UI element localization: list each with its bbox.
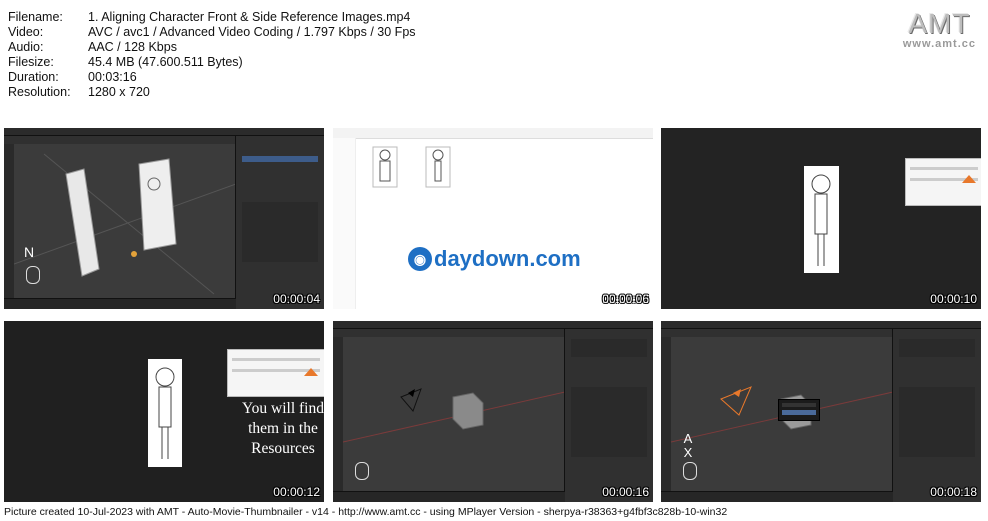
explorer-sidebar [333,138,356,309]
daydown-watermark: ◉ daydown.com [408,246,581,272]
info-key: Duration: [8,70,59,84]
info-value: 1. Aligning Character Front & Side Refer… [88,10,411,24]
info-row: Duration: 00:03:16 [8,70,416,85]
character-sketch [811,174,831,266]
scene [342,388,566,443]
dialog-box [227,349,324,397]
viewport [342,337,566,492]
blender-toolbar [661,337,671,492]
key-overlay: N [24,244,35,260]
mouse-icon [355,462,369,480]
info-value: 00:03:16 [88,70,137,84]
thumbnail-4[interactable]: You will find them in the Resources 00:0… [4,321,324,502]
mouse-icon [683,462,697,480]
blender-menubar [661,321,981,329]
thumbnail-2[interactable]: ◉ daydown.com 00:00:06 [333,128,653,309]
dialog-box [905,158,981,206]
blender-menubar [4,128,324,136]
blender-toolbar [333,337,343,492]
explorer-titlebar [333,128,653,139]
amt-logo: AMT www.amt.cc [903,8,976,50]
properties-panel [235,136,324,309]
arrow-up-icon [962,175,976,183]
info-value: AVC / avc1 / Advanced Video Coding / 1.7… [88,25,416,39]
info-key: Audio: [8,40,44,54]
info-row: Filename: 1. Aligning Character Front & S… [8,10,416,25]
properties-panel [892,329,981,502]
info-value: AAC / 128 Kbps [88,40,177,54]
file-info: Filename: 1. Aligning Character Front & S… [8,10,416,100]
reference-images [13,153,237,295]
timestamp: 00:00:18 [930,485,977,499]
properties-panel [564,329,653,502]
logo-title: AMT [908,8,971,39]
blender-toolbar [4,144,14,299]
context-menu[interactable] [778,399,820,421]
thumbnail-1[interactable]: N 00:00:04 [4,128,324,309]
info-key: Filesize: [8,55,54,69]
thumbnail-5[interactable]: 00:00:16 [333,321,653,502]
character-sketch [155,367,175,459]
logo-url: www.amt.cc [902,38,976,50]
timeline [333,491,565,502]
thumbnail-3[interactable]: 00:00:10 [661,128,981,309]
info-value: 45.4 MB (47.600.511 Bytes) [88,55,243,69]
timestamp: 00:00:10 [930,292,977,306]
footer-credit: Picture created 10-Jul-2023 with AMT - A… [4,506,728,518]
reference-image [148,359,182,467]
mouse-icon [26,266,40,284]
arrow-up-icon [304,368,318,376]
daydown-logo-icon: ◉ [408,247,432,271]
timestamp: 00:00:06 [602,292,649,306]
info-key: Resolution: [8,85,71,99]
info-row: Video: AVC / avc1 / Advanced Video Coding… [8,25,416,40]
timestamp: 00:00:04 [273,292,320,306]
info-row: Filesize: 45.4 MB (47.600.511 Bytes) [8,55,416,70]
thumbnail-6[interactable]: A X 00:00:18 [661,321,981,502]
resources-caption: You will find them in the Resources [242,400,324,457]
timeline [4,298,236,309]
info-row: Resolution: 1280 x 720 [8,85,416,100]
info-key: Filename: [8,10,63,24]
viewport: N [13,144,237,299]
key-overlay: A X [683,431,693,460]
viewport: A X [670,337,894,492]
timestamp: 00:00:16 [602,485,649,499]
daydown-text: daydown.com [434,246,581,271]
blender-menubar [333,321,653,329]
reference-image [804,166,839,273]
timeline [661,491,893,502]
info-row: Audio: AAC / 128 Kbps [8,40,416,55]
file-thumbnails [372,146,451,188]
timestamp: 00:00:12 [273,485,320,499]
info-key: Video: [8,25,44,39]
info-value: 1280 x 720 [88,85,150,99]
